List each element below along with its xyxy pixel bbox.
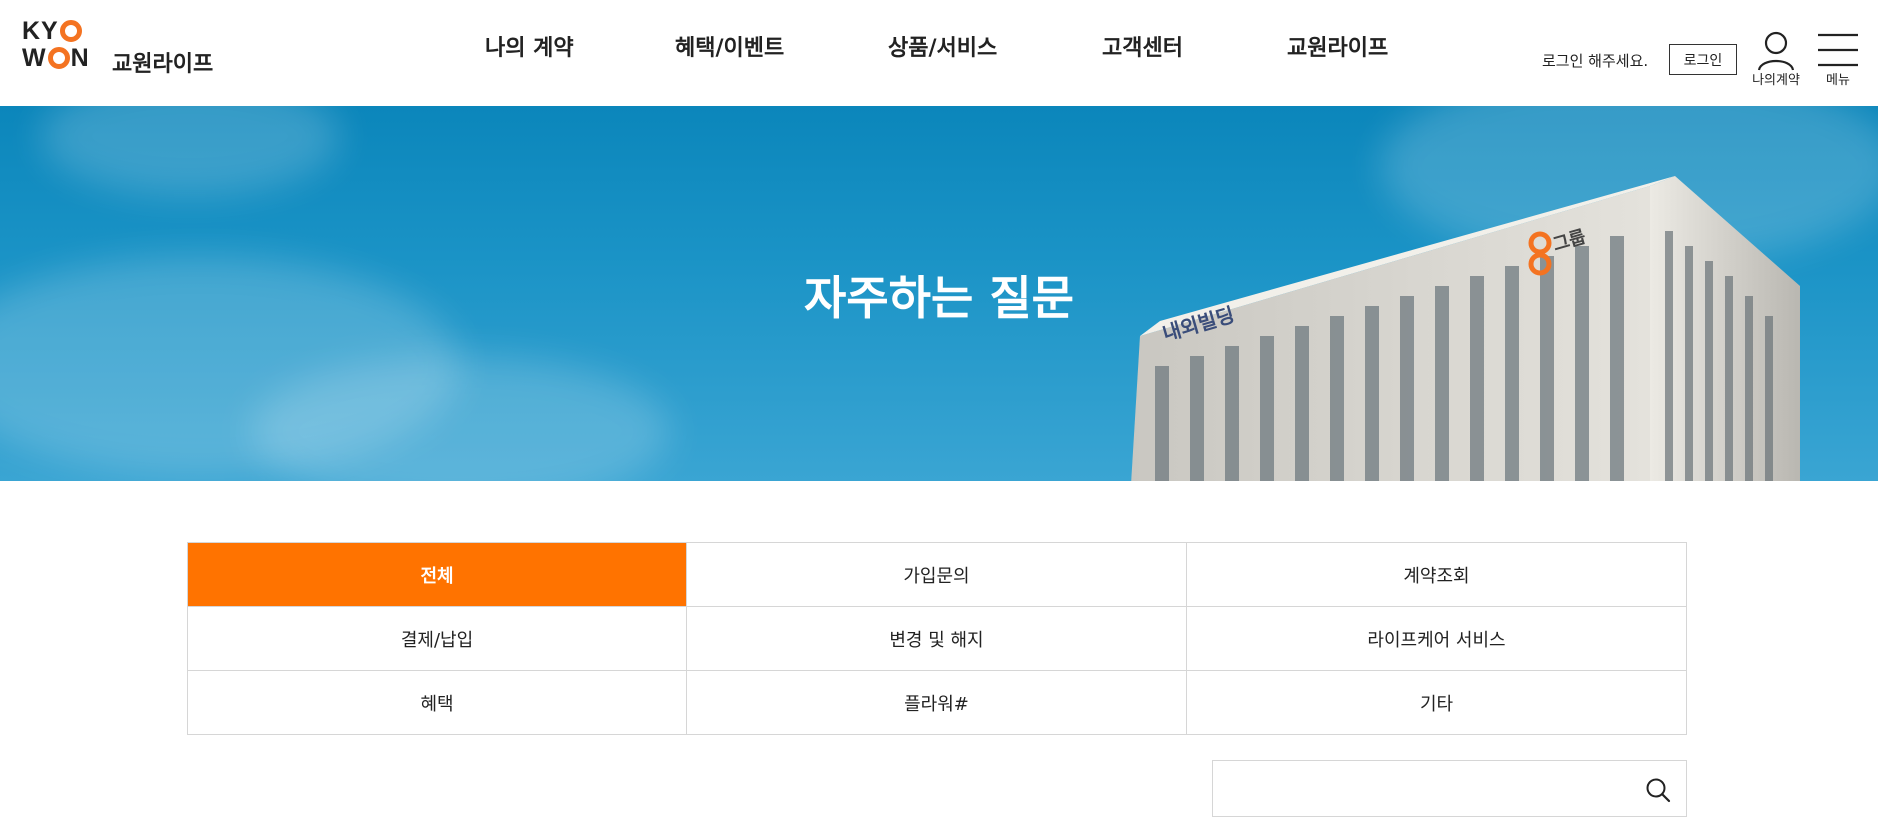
faq-search-box — [1212, 760, 1687, 817]
my-contract-button[interactable]: 나의계약 — [1746, 30, 1806, 90]
category-flower[interactable]: 플라워# — [687, 671, 1187, 735]
login-message: 로그인 해주세요. — [1542, 52, 1649, 70]
header-utility: 로그인 해주세요. 로그인 나의계약 메뉴 — [1518, 0, 1878, 106]
category-payment[interactable]: 결제/납입 — [188, 607, 687, 671]
search-icon — [1646, 778, 1671, 803]
nav-my-contract[interactable]: 나의 계약 — [485, 30, 574, 62]
category-lifecare-service[interactable]: 라이프케어 서비스 — [1187, 607, 1687, 671]
menu-label: 메뉴 — [1826, 73, 1850, 88]
search-button[interactable] — [1644, 776, 1672, 804]
category-other[interactable]: 기타 — [1187, 671, 1687, 735]
nav-products-services[interactable]: 상품/서비스 — [888, 30, 997, 62]
hamburger-menu-icon — [1818, 33, 1858, 67]
nav-benefits-events[interactable]: 혜택/이벤트 — [675, 30, 784, 62]
nav-customer-center[interactable]: 고객센터 — [1102, 30, 1183, 62]
site-header: KY WN 교원라이프 나의 계약 혜택/이벤트 상품/서비스 고객센터 교원라… — [0, 0, 1878, 106]
menu-button[interactable]: 메뉴 — [1808, 30, 1868, 90]
category-contract-lookup[interactable]: 계약조회 — [1187, 543, 1687, 607]
login-button[interactable]: 로그인 — [1669, 44, 1737, 75]
nav-kyowon-life[interactable]: 교원라이프 — [1287, 30, 1388, 62]
faq-category-tabs: 전체 가입문의 계약조회 결제/납입 변경 및 해지 라이프케어 서비스 혜택 … — [187, 542, 1687, 735]
category-signup-inquiry[interactable]: 가입문의 — [687, 543, 1187, 607]
user-icon — [1757, 31, 1795, 71]
category-benefits[interactable]: 혜택 — [188, 671, 687, 735]
hero-banner: 내외빌딩 그룹 자주하는 질문 — [0, 106, 1878, 481]
category-change-cancel[interactable]: 변경 및 해지 — [687, 607, 1187, 671]
my-contract-label: 나의계약 — [1752, 73, 1800, 88]
category-all[interactable]: 전체 — [188, 543, 687, 607]
search-input[interactable] — [1227, 771, 1627, 807]
page-title: 자주하는 질문 — [804, 271, 1074, 325]
cloud — [40, 106, 340, 196]
